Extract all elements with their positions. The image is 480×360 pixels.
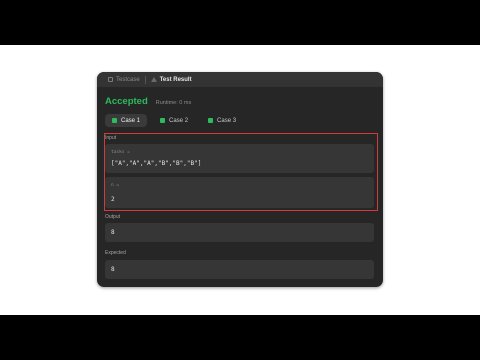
n-param-name: n = — [111, 183, 120, 188]
tasks-field[interactable]: tasks = ["A","A","A","B","B","B"] — [105, 144, 374, 173]
expected-field: 8 — [105, 260, 374, 279]
tab-testcase[interactable]: Testcase — [103, 72, 145, 87]
tab-case-2[interactable]: Case 2 — [153, 114, 195, 127]
terminal-icon — [150, 77, 157, 82]
n-param-value: 2 — [111, 196, 115, 203]
test-result-panel: Testcase Test Result Accepted Runtime: 0… — [97, 72, 383, 287]
check-icon — [112, 118, 117, 123]
output-field: 8 — [105, 223, 374, 242]
checkbox-icon — [108, 77, 113, 82]
expected-label: Expected — [105, 250, 126, 256]
expected-value: 8 — [111, 266, 115, 273]
runtime-label: Runtime: 0 ms — [155, 100, 192, 106]
case-label: Case 3 — [217, 117, 237, 124]
panel-tab-bar: Testcase Test Result — [97, 72, 383, 87]
tab-test-result-label: Test Result — [159, 76, 192, 83]
output-value: 8 — [111, 229, 115, 236]
output-label: Output — [105, 214, 121, 220]
status-accepted: Accepted — [105, 96, 148, 107]
n-field[interactable]: n = 2 — [105, 177, 374, 208]
case-label: Case 2 — [169, 117, 189, 124]
input-label: Input — [105, 135, 117, 141]
tab-case-3[interactable]: Case 3 — [201, 114, 243, 127]
tasks-param-value: ["A","A","A","B","B","B"] — [111, 160, 202, 167]
tab-test-result[interactable]: Test Result — [146, 72, 197, 87]
result-status-row: Accepted Runtime: 0 ms — [105, 96, 191, 107]
check-icon — [160, 118, 166, 123]
check-icon — [208, 118, 214, 123]
case-tabs: Case 1 Case 2 Case 3 — [105, 114, 243, 127]
tasks-param-name: tasks = — [111, 150, 130, 155]
tab-testcase-label: Testcase — [116, 76, 140, 83]
tab-case-1[interactable]: Case 1 — [105, 114, 148, 127]
case-label: Case 1 — [121, 117, 141, 124]
